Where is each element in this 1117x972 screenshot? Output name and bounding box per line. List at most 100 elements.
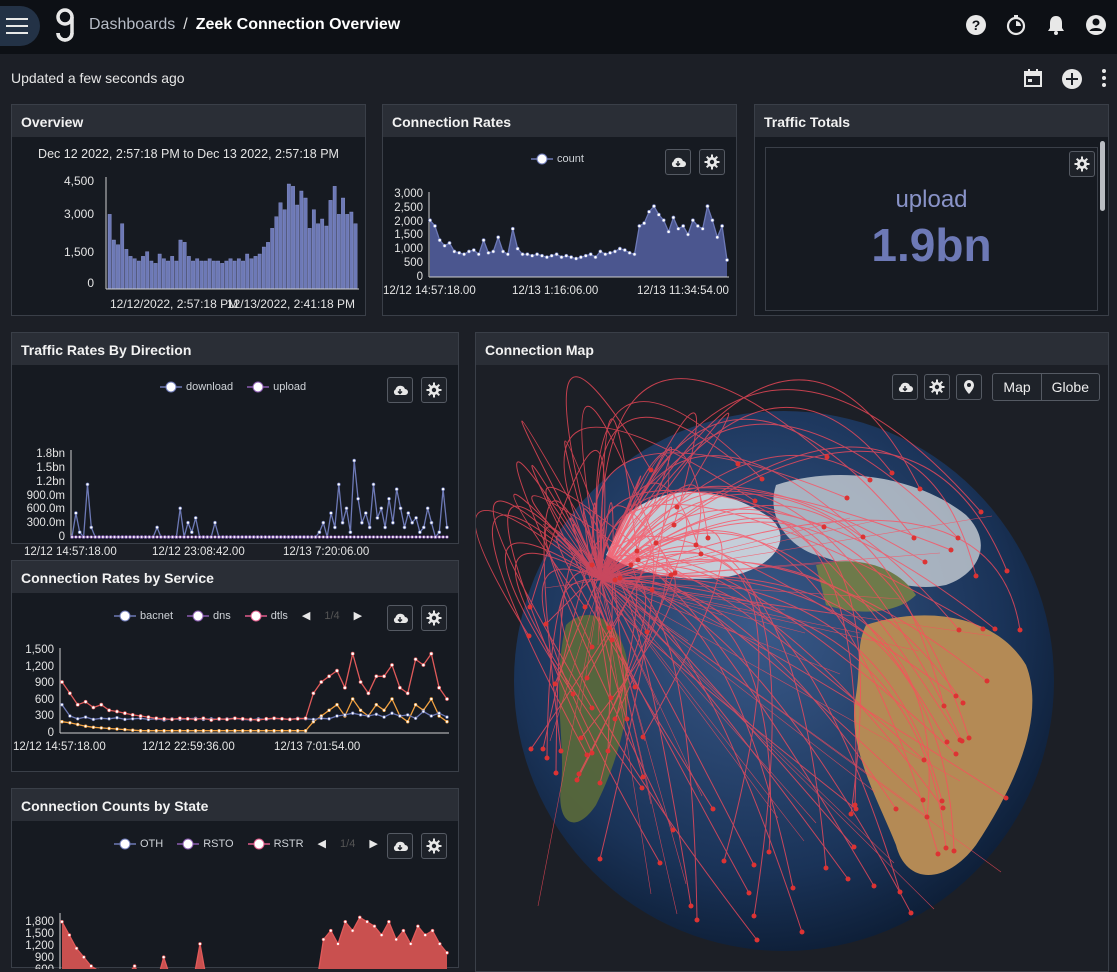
dtls-series-point [445, 719, 449, 724]
dns-series-point [170, 717, 174, 722]
dns-series-point [421, 663, 426, 667]
overview-bar [199, 260, 204, 290]
endpoint-dot [589, 750, 595, 756]
upload-series-point [256, 535, 260, 539]
endpoint-dot [624, 716, 630, 722]
endpoint-dot [992, 626, 998, 632]
traffic-rates-xaxis: 12/12 14:57:18.00 12/12 23:08:42.00 12/1… [24, 546, 369, 558]
more-vert-icon[interactable] [1101, 68, 1107, 88]
timer-icon[interactable] [1005, 14, 1027, 36]
endpoint-dot [1003, 795, 1009, 801]
state-counts-chart[interactable]: 1,800 1,500 1,200 900 600 300 [12, 821, 458, 969]
dtls-series-point [358, 708, 363, 713]
oth-series-point [430, 928, 435, 933]
upload-series-point [109, 535, 113, 539]
endpoint-dot [605, 748, 611, 754]
dtls-series-point [107, 726, 111, 731]
menu-button[interactable] [0, 6, 40, 46]
dtls-series-point [233, 729, 237, 733]
connection-rates-chart[interactable]: 3,000 2,500 2,000 1,500 1,000 500 0 12/1… [383, 137, 736, 312]
calendar-icon[interactable] [1023, 68, 1043, 88]
traffic-rates-panel: Traffic Rates By Direction download uplo… [11, 332, 459, 558]
oth-series-point [328, 928, 333, 933]
dns-series-point [405, 691, 410, 696]
svg-text:0: 0 [417, 271, 423, 283]
notifications-bell-icon[interactable] [1045, 14, 1067, 36]
endpoint-dot [1004, 568, 1010, 574]
count-series-point [690, 218, 695, 223]
svg-text:1,000: 1,000 [394, 243, 423, 255]
count-series-point [554, 252, 559, 257]
upload-series-point [112, 535, 117, 539]
count-series-point [549, 253, 554, 258]
download-series-point [383, 525, 387, 530]
upload-series-point [213, 535, 217, 539]
account-icon[interactable] [1085, 14, 1107, 36]
dtls-series-point [382, 708, 386, 713]
dns-series-point [115, 709, 119, 714]
service-rates-chart[interactable]: 1,500 1,200 900 600 300 0 12/12 14:57:18… [12, 593, 458, 768]
upload-series-point [306, 535, 310, 539]
endpoint-dot [540, 746, 546, 752]
add-circle-icon[interactable] [1061, 68, 1083, 90]
upload-series-point [236, 535, 240, 539]
breadcrumb-dashboards-link[interactable]: Dashboards [89, 16, 175, 33]
overview-xlabel-right: 12/13/2022, 2:41:18 PM [227, 297, 355, 311]
count-series-point [720, 224, 725, 228]
upload-series-point [101, 535, 105, 539]
endpoint-dot [649, 587, 655, 593]
overview-bar [107, 214, 112, 290]
scrollbar[interactable] [1100, 141, 1105, 211]
endpoint-dot [948, 547, 954, 553]
map-mode-button[interactable]: Map [992, 373, 1042, 401]
top-bar: Dashboards / Zeek Connection Overview ? [0, 0, 1117, 54]
globe-view[interactable] [476, 365, 1108, 965]
endpoint-dot [953, 693, 959, 699]
dtls-series-point [264, 729, 269, 733]
endpoint-dot [609, 637, 615, 643]
dtls-series-point [83, 724, 88, 728]
dns-series-point [209, 718, 214, 722]
download-series-point [74, 511, 78, 515]
oth-series-point [416, 924, 420, 929]
endpoint-dot [754, 937, 760, 943]
dtls-series-point [335, 702, 339, 707]
dns-series-point [123, 711, 127, 716]
overview-histogram[interactable]: 4,500 3,000 1,500 0 12/12/2022, 2:57:18 … [12, 137, 365, 312]
overview-bar [249, 258, 254, 290]
globe-mode-button[interactable]: Globe [1041, 373, 1100, 401]
bacnet-series-point [99, 716, 104, 721]
location-button[interactable] [956, 374, 983, 400]
svg-text:?: ? [972, 17, 981, 33]
endpoint-dot [944, 739, 950, 745]
download-series-point [387, 497, 391, 501]
endpoint-dot [721, 858, 727, 864]
count-series-point [725, 258, 729, 262]
count-series-point [467, 249, 471, 254]
upload-series-point [286, 535, 291, 539]
oth-series-point [198, 942, 202, 946]
endpoint-dot [578, 735, 584, 741]
count-series-point [515, 246, 520, 251]
settings-button[interactable] [924, 374, 951, 400]
endpoint-dot [639, 785, 645, 791]
download-series-point [429, 520, 434, 525]
settings-button[interactable] [1069, 151, 1095, 177]
help-icon[interactable]: ? [965, 14, 987, 36]
download-series-point [77, 530, 82, 534]
dns-series-point [60, 680, 64, 684]
svg-text:12/13 7:01:54.00: 12/13 7:01:54.00 [274, 741, 360, 753]
dns-series-point [185, 716, 190, 721]
dns-series-point [327, 674, 332, 679]
oth-series-point [343, 920, 348, 924]
traffic-rates-chart[interactable]: 1.8bn 1.5bn 1.2bn 900.0m 600.0m 300.0m 0 [12, 365, 458, 540]
download-button[interactable] [892, 374, 919, 400]
endpoint-dot [634, 548, 640, 554]
endpoint-dot [671, 522, 677, 528]
count-series-point [695, 224, 700, 228]
app-logo-icon[interactable] [54, 8, 76, 44]
upload-series-point [132, 535, 136, 539]
upload-series-point [279, 535, 283, 539]
dtls-series-point [115, 727, 119, 731]
dtls-series-point [178, 729, 182, 733]
